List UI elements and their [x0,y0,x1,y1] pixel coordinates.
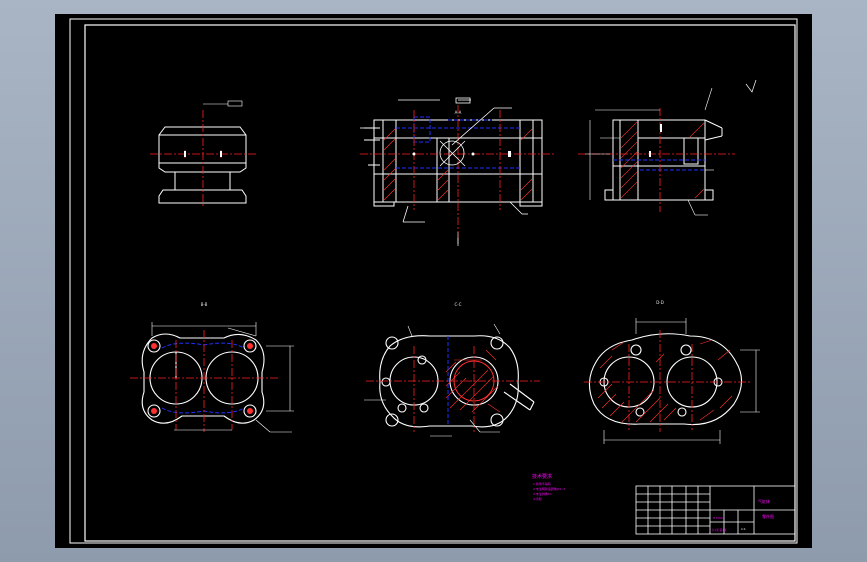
part-name: 气缸体 [758,498,770,504]
notes-line: 4.清砂 [533,496,542,501]
sheet-count: 共1张 第1张 [712,528,727,532]
part-label: 零件图 [762,513,774,519]
notes-heading: 技术要求 [532,473,552,480]
notes-line: 3.未注倒角C1 [533,491,552,496]
cad-viewport[interactable]: B-B C-C D-D 技术要求 1.铸件不得有 2.未注明铸造圆角R3~5 3… [0,0,867,562]
section-label-b: B-B [201,302,208,307]
drawing-sheet [55,14,812,548]
notes-line: 1.铸件不得有 [533,481,551,486]
section-label-a: A-A [455,110,462,115]
scale-value: 1:1 [741,527,746,531]
material-value: HT200 [713,516,723,520]
section-label-c: C-C [454,302,461,307]
notes-line: 2.未注明铸造圆角R3~5 [533,486,565,491]
section-label-d: D-D [656,300,664,305]
